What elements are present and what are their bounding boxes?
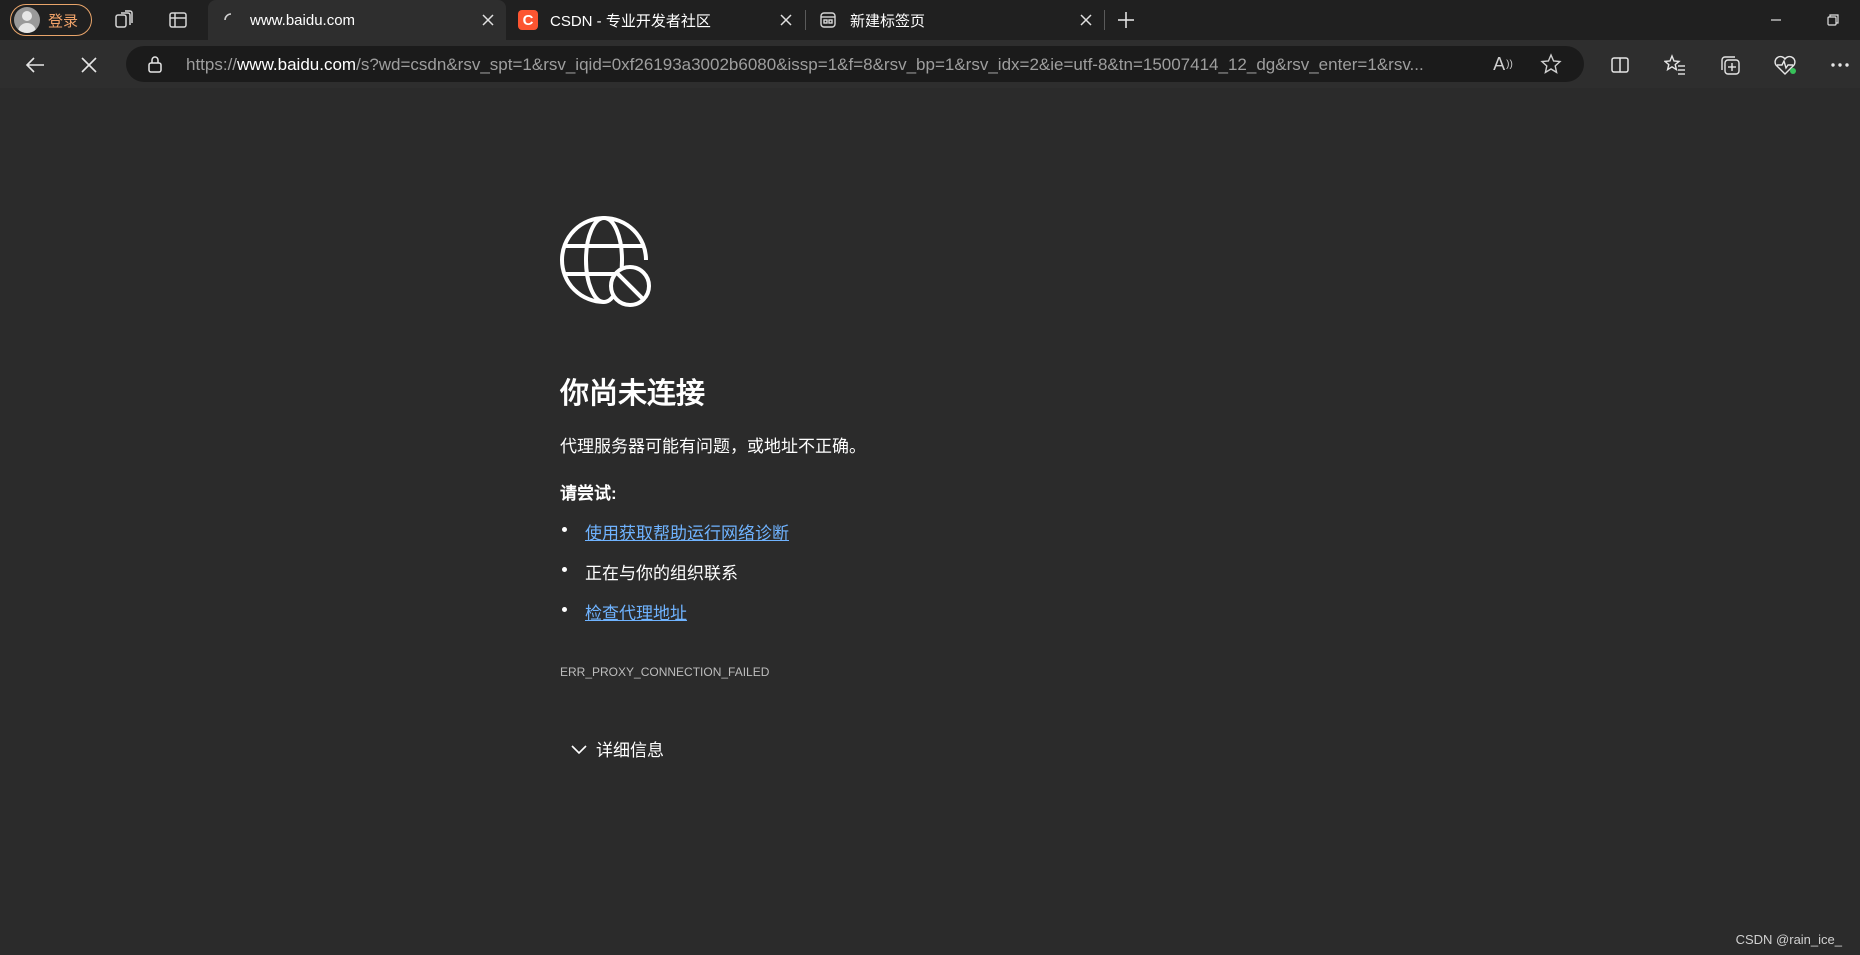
read-aloud-icon[interactable]: A))	[1492, 53, 1514, 75]
profile-label: 登录	[48, 12, 79, 30]
favorites-icon[interactable]	[1662, 52, 1688, 78]
details-label: 详细信息	[596, 741, 664, 760]
bullet	[562, 607, 567, 612]
new-tab-page-icon	[818, 10, 838, 30]
tab-separator	[1104, 10, 1105, 30]
tab-title: CSDN - 专业开发者社区	[550, 12, 711, 30]
stop-loading-icon[interactable]	[76, 52, 102, 78]
try-heading: 请尝试:	[560, 484, 617, 503]
browser-essentials-icon[interactable]	[1772, 52, 1798, 78]
chevron-down-icon	[571, 744, 587, 754]
read-aloud-waves: ))	[1506, 58, 1513, 70]
workspaces-icon[interactable]	[113, 8, 137, 32]
tab-new-tab[interactable]: 新建标签页	[806, 0, 1104, 40]
check-proxy-link[interactable]: 检查代理地址	[585, 599, 687, 624]
more-options-icon[interactable]	[1827, 52, 1853, 78]
url-path: /s?wd=csdn&rsv_spt=1&rsv_iqid=0xf26193a3…	[356, 55, 1424, 74]
vertical-tabs-icon[interactable]	[166, 8, 190, 32]
bullet	[562, 527, 567, 532]
tab-title: 新建标签页	[850, 12, 926, 30]
collections-icon[interactable]	[1717, 52, 1743, 78]
bullet	[562, 567, 567, 572]
favorite-star-icon[interactable]	[1540, 53, 1562, 75]
tab-csdn[interactable]: C CSDN - 专业开发者社区	[506, 0, 804, 40]
tab-title: www.baidu.com	[250, 11, 356, 29]
close-tab-icon[interactable]	[776, 10, 796, 30]
url-text[interactable]: https://www.baidu.com/s?wd=csdn&rsv_spt=…	[186, 55, 1506, 75]
navigation-toolbar: https://www.baidu.com/s?wd=csdn&rsv_spt=…	[0, 40, 1860, 88]
tab-strip: 登录 www.baidu.com C CSDN - 专业开发者社区 新建标签页	[0, 0, 1860, 40]
address-bar[interactable]: https://www.baidu.com/s?wd=csdn&rsv_spt=…	[126, 46, 1584, 82]
contact-organization-text: 正在与你的组织联系	[585, 564, 738, 583]
avatar-icon	[14, 7, 40, 33]
site-info-lock-icon[interactable]	[146, 55, 164, 73]
details-toggle-button[interactable]: 详细信息	[560, 736, 664, 761]
profile-button[interactable]: 登录	[10, 4, 92, 36]
page-content: 你尚未连接 代理服务器可能有问题，或地址不正确。 请尝试: 使用获取帮助运行网络…	[5, 88, 1860, 955]
close-tab-icon[interactable]	[1076, 10, 1096, 30]
split-screen-icon[interactable]	[1607, 52, 1633, 78]
url-scheme: https://	[186, 55, 238, 74]
csdn-favicon: C	[518, 10, 538, 30]
error-title: 你尚未连接	[560, 378, 706, 410]
error-code: ERR_PROXY_CONNECTION_FAILED	[560, 665, 770, 679]
url-host: www.baidu.com	[237, 55, 357, 74]
back-arrow-icon[interactable]	[22, 52, 48, 78]
minimize-icon[interactable]	[1761, 6, 1791, 34]
network-diagnostics-link[interactable]: 使用获取帮助运行网络诊断	[585, 519, 789, 544]
error-description: 代理服务器可能有问题，或地址不正确。	[560, 437, 866, 456]
tab-baidu[interactable]: www.baidu.com	[208, 0, 506, 40]
restore-window-icon[interactable]	[1818, 6, 1848, 34]
read-aloud-glyph: A	[1493, 53, 1506, 74]
loading-spinner-icon	[222, 11, 240, 29]
close-tab-icon[interactable]	[478, 10, 498, 30]
new-tab-plus-icon[interactable]	[1114, 8, 1138, 32]
watermark: CSDN @rain_ice_	[1735, 932, 1842, 947]
globe-blocked-icon	[560, 216, 652, 308]
